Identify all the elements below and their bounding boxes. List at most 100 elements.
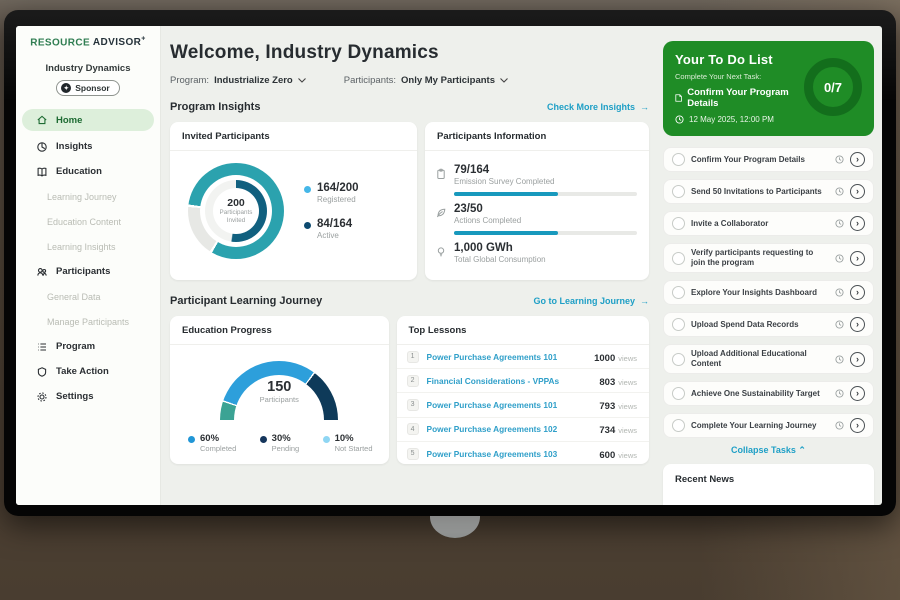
todo-due-date: 12 May 2025, 12:00 PM: [675, 115, 796, 124]
sidebar-item-take-action[interactable]: Take Action: [16, 359, 160, 384]
nav-label: Home: [56, 115, 82, 126]
task-checkbox[interactable]: [672, 419, 685, 432]
task-clock-icon: [835, 288, 844, 297]
todo-summary-card: Your To Do List Complete Your Next Task:…: [663, 41, 874, 136]
lightbulb-icon: [435, 246, 447, 258]
task-row-confirm-program[interactable]: Confirm Your Program Details ›: [663, 147, 874, 172]
insights-icon: [36, 141, 48, 153]
task-checkbox[interactable]: [672, 252, 685, 265]
nav-label: Program: [56, 341, 95, 352]
task-open-button[interactable]: ›: [850, 152, 865, 167]
task-checkbox[interactable]: [672, 318, 685, 331]
main-content: Welcome, Industry Dynamics Program: Indu…: [161, 26, 656, 505]
participants-filter-value: Only My Participants: [401, 75, 495, 86]
task-open-button[interactable]: ›: [850, 386, 865, 401]
lesson-row[interactable]: 5 Power Purchase Agreements 103 600views: [397, 442, 649, 466]
learning-cards-row: Education Progress 150 Participants: [170, 316, 649, 464]
task-row-upload-educational-content[interactable]: Upload Additional Educational Content ›: [663, 344, 874, 374]
book-icon: [36, 166, 48, 178]
logo-advisor: ADVISOR+: [93, 37, 146, 48]
gauge-center-label: Participants: [220, 395, 338, 404]
todo-column: Your To Do List Complete Your Next Task:…: [656, 26, 882, 505]
background-wall: RESOURCE ADVISOR+ Industry Dynamics ✦ Sp…: [0, 0, 900, 600]
top-lessons-card: Top Lessons 1 Power Purchase Agreements …: [397, 316, 649, 464]
task-checkbox[interactable]: [672, 153, 685, 166]
logo-resource: RESOURCE: [30, 37, 90, 48]
legend-not-started: 10%Not Started: [323, 433, 373, 453]
lesson-row[interactable]: 3 Power Purchase Agreements 101 793views: [397, 393, 649, 417]
task-open-button[interactable]: ›: [850, 352, 865, 367]
info-card-title: Participants Information: [425, 122, 649, 151]
nav-label: Participants: [56, 266, 110, 277]
sidebar-item-general-data[interactable]: General Data: [16, 284, 160, 309]
task-row-explore-insights[interactable]: Explore Your Insights Dashboard ›: [663, 280, 874, 305]
legend-registered: 164/200 Registered: [304, 182, 359, 204]
education-progress-card: Education Progress 150 Participants: [170, 316, 389, 464]
task-row-upload-spend-data[interactable]: Upload Spend Data Records ›: [663, 312, 874, 337]
task-clock-icon: [835, 389, 844, 398]
task-row-verify-participants[interactable]: Verify participants requesting to join t…: [663, 243, 874, 273]
task-open-button[interactable]: ›: [850, 285, 865, 300]
task-open-button[interactable]: ›: [850, 418, 865, 433]
stat-actions: 23/50 Actions Completed: [435, 203, 637, 235]
task-clock-icon: [835, 320, 844, 329]
sidebar-item-manage-participants[interactable]: Manage Participants: [16, 309, 160, 334]
task-row-invite-collaborator[interactable]: Invite a Collaborator ›: [663, 211, 874, 236]
todo-next-task[interactable]: Confirm Your Program Details: [675, 87, 796, 109]
sidebar-item-education-content[interactable]: Education Content: [16, 209, 160, 234]
invited-legend: 164/200 Registered 84/164 Active: [304, 182, 359, 240]
task-open-button[interactable]: ›: [850, 317, 865, 332]
task-open-button[interactable]: ›: [850, 184, 865, 199]
task-checkbox[interactable]: [672, 353, 685, 366]
sidebar-item-participants[interactable]: Participants: [16, 259, 160, 284]
sidebar-item-settings[interactable]: Settings: [16, 384, 160, 409]
legend-active: 84/164 Active: [304, 218, 359, 240]
sidebar: RESOURCE ADVISOR+ Industry Dynamics ✦ Sp…: [16, 26, 161, 505]
task-checkbox[interactable]: [672, 286, 685, 299]
sidebar-item-education[interactable]: Education: [16, 159, 160, 184]
collapse-tasks-link[interactable]: Collapse Tasks ⌃: [663, 445, 874, 456]
nav-label: Learning Journey: [47, 192, 117, 202]
sponsor-icon: ✦: [61, 83, 71, 93]
gauge-card-title: Education Progress: [170, 316, 389, 345]
task-checkbox[interactable]: [672, 387, 685, 400]
sidebar-item-program[interactable]: Program: [16, 334, 160, 359]
gauge-center-value: 150: [220, 379, 338, 395]
task-row-achieve-target[interactable]: Achieve One Sustainability Target ›: [663, 381, 874, 406]
chevron-down-icon: [500, 78, 508, 83]
participants-filter[interactable]: Participants: Only My Participants: [344, 75, 508, 86]
program-filter-value: Industrialize Zero: [214, 75, 293, 86]
sidebar-item-insights[interactable]: Insights: [16, 134, 160, 159]
task-checkbox[interactable]: [672, 185, 685, 198]
nav-label: Insights: [56, 141, 92, 152]
task-row-send-invitations[interactable]: Send 50 Invitations to Participants ›: [663, 179, 874, 204]
stat-consumption: 1,000 GWh Total Global Consumption: [435, 242, 637, 264]
task-clock-icon: [835, 219, 844, 228]
sidebar-item-home[interactable]: Home: [22, 109, 154, 131]
nav-label: General Data: [47, 292, 101, 302]
sponsor-badge[interactable]: ✦ Sponsor: [56, 80, 119, 96]
list-icon: [36, 341, 48, 353]
go-to-learning-journey-link[interactable]: Go to Learning Journey →: [533, 296, 649, 306]
task-clock-icon: [835, 355, 844, 364]
task-clock-icon: [835, 254, 844, 263]
todo-title: Your To Do List: [675, 52, 796, 67]
invited-card-title: Invited Participants: [170, 122, 417, 151]
sidebar-item-learning-insights[interactable]: Learning Insights: [16, 234, 160, 259]
task-row-complete-learning-journey[interactable]: Complete Your Learning Journey ›: [663, 413, 874, 438]
lesson-row[interactable]: 4 Power Purchase Agreements 102 734views: [397, 418, 649, 442]
nav-label: Settings: [56, 391, 93, 402]
program-filter[interactable]: Program: Industrialize Zero: [170, 75, 306, 86]
lesson-row[interactable]: 2 Financial Considerations - VPPAs 803vi…: [397, 369, 649, 393]
gauge-legend: 60%Completed 30%Pending 10%Not Started: [170, 421, 389, 453]
todo-progress-ring: 0/7: [804, 58, 862, 116]
participants-information-card: Participants Information 79/164 Emission…: [425, 122, 649, 280]
program-insights-title: Program Insights: [170, 101, 260, 113]
check-more-insights-link[interactable]: Check More Insights →: [547, 102, 649, 112]
task-open-button[interactable]: ›: [850, 251, 865, 266]
task-open-button[interactable]: ›: [850, 216, 865, 231]
sidebar-item-learning-journey[interactable]: Learning Journey: [16, 184, 160, 209]
lesson-row[interactable]: 1 Power Purchase Agreements 101 1000view…: [397, 345, 649, 369]
task-checkbox[interactable]: [672, 217, 685, 230]
nav-label: Take Action: [56, 366, 109, 377]
